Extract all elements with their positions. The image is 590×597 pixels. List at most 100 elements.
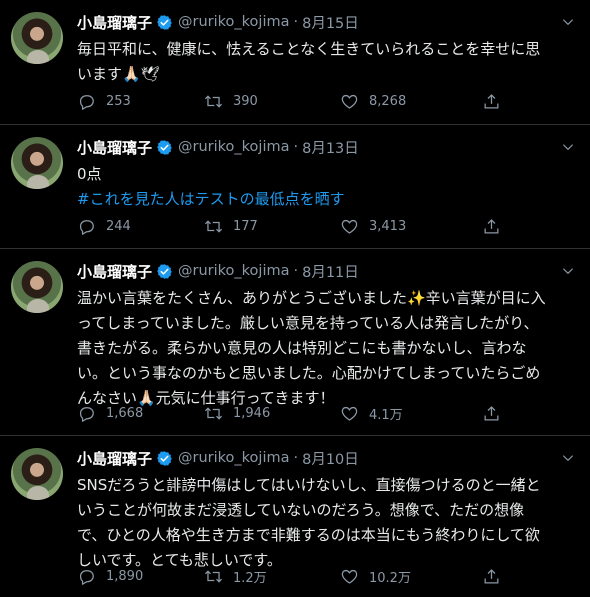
verified-badge-icon	[156, 14, 173, 31]
share-button[interactable]	[482, 217, 511, 236]
share-icon	[482, 404, 501, 423]
reply-count: 1,890	[106, 569, 144, 584]
avatar[interactable]	[11, 448, 63, 500]
verified-badge-icon	[156, 450, 173, 467]
tweet[interactable]: 小島瑠璃子 @ruriko_kojima · 8月15日 毎日平和に、健康に、怯…	[0, 0, 590, 125]
tweet-actions: 253 390 8,268	[77, 92, 507, 112]
tweet-header: 小島瑠璃子 @ruriko_kojima · 8月10日	[77, 447, 359, 469]
heart-icon	[340, 217, 359, 236]
like-count: 4.1万	[369, 408, 403, 423]
retweet-button[interactable]: 390	[204, 92, 258, 111]
share-button[interactable]	[482, 404, 511, 423]
tweet-text-line: 書きたがる。柔らかい意見の人は特別どこにも書かないし、言わな	[77, 339, 527, 357]
reply-button[interactable]: 244	[77, 217, 131, 236]
tweet-date[interactable]: 8月11日	[302, 261, 359, 282]
tweet[interactable]: 小島瑠璃子 @ruriko_kojima · 8月10日 SNSだろうと誹謗中傷…	[0, 436, 590, 597]
like-count: 8,268	[369, 94, 407, 109]
author-handle[interactable]: @ruriko_kojima	[178, 139, 289, 155]
tweet-text-line: 0点	[77, 165, 102, 183]
retweet-icon	[204, 217, 223, 236]
author-name[interactable]: 小島瑠璃子	[77, 137, 152, 158]
hashtag-link[interactable]: #これを見た人はテストの最低点を晒す	[77, 187, 577, 212]
author-handle[interactable]: @ruriko_kojima	[178, 450, 289, 466]
like-count: 10.2万	[369, 571, 411, 586]
reply-button[interactable]: 1,890	[77, 567, 143, 586]
tweet-date[interactable]: 8月10日	[302, 448, 359, 469]
share-icon	[482, 567, 501, 586]
like-button[interactable]: 3,413	[340, 217, 406, 236]
verified-badge-icon	[156, 139, 173, 156]
retweet-button[interactable]: 1.2万	[204, 567, 267, 586]
heart-icon	[340, 567, 359, 586]
tweet-actions: 1,890 1.2万 10.2万	[77, 567, 507, 587]
tweet-text-line: 毎日平和に、健康に、怯えることなく生きていられることを幸せに思	[77, 40, 541, 58]
tweet-text-line: い。という事なのかもと思いました。心配かけてしまっていたらごめ	[77, 364, 541, 382]
chevron-down-icon[interactable]	[560, 139, 576, 155]
author-name[interactable]: 小島瑠璃子	[77, 12, 152, 33]
reply-icon	[77, 567, 96, 586]
tweet-text-line: います🙏🏻🕊	[77, 65, 160, 83]
chevron-down-icon[interactable]	[560, 263, 576, 279]
tweet-text: SNSだろうと誹謗中傷はしてはいけないし、直接傷つけるのと一緒と いうことが何故…	[77, 473, 577, 573]
tweet-text-line: で、ひとの人格や生き方まで非難するのは本当にもう終わりにして欲	[77, 526, 540, 544]
retweet-count: 1.2万	[233, 571, 267, 586]
retweet-count: 177	[233, 219, 258, 234]
author-name[interactable]: 小島瑠璃子	[77, 448, 152, 469]
tweet-feed: 小島瑠璃子 @ruriko_kojima · 8月15日 毎日平和に、健康に、怯…	[0, 0, 590, 597]
reply-icon	[77, 92, 96, 111]
tweet-actions: 1,668 1,946 4.1万	[77, 404, 507, 424]
heart-icon	[340, 404, 359, 423]
tweet-header: 小島瑠璃子 @ruriko_kojima · 8月15日	[77, 11, 359, 33]
retweet-button[interactable]: 1,946	[204, 404, 270, 423]
retweet-count: 1,946	[233, 406, 271, 421]
tweet-text-line: SNSだろうと誹謗中傷はしてはいけないし、直接傷つけるのと一緒と	[77, 476, 541, 494]
like-button[interactable]: 4.1万	[340, 404, 403, 423]
reply-count: 244	[106, 219, 131, 234]
like-button[interactable]: 8,268	[340, 92, 406, 111]
tweet-header: 小島瑠璃子 @ruriko_kojima · 8月11日	[77, 260, 359, 282]
share-button[interactable]	[482, 567, 511, 586]
tweet-text-line: いうことが何故まだ浸透していないのだろう。想像で、ただの想像	[77, 501, 525, 519]
reply-count: 253	[106, 94, 131, 109]
separator: ·	[293, 14, 299, 30]
like-button[interactable]: 10.2万	[340, 567, 411, 586]
reply-button[interactable]: 253	[77, 92, 131, 111]
tweet-text-line: ってしまっていました。厳しい意見を持っている人は発言したがり、	[77, 314, 539, 332]
retweet-icon	[204, 92, 223, 111]
tweet-actions: 244 177 3,413	[77, 217, 507, 237]
reply-count: 1,668	[106, 406, 144, 421]
chevron-down-icon[interactable]	[560, 14, 576, 30]
reply-button[interactable]: 1,668	[77, 404, 143, 423]
verified-badge-icon	[156, 263, 173, 280]
tweet-text: 温かい言葉をたくさん、ありがとうございました✨辛い言葉が目に入 ってしまっていま…	[77, 286, 577, 411]
avatar[interactable]	[11, 261, 63, 313]
tweet[interactable]: 小島瑠璃子 @ruriko_kojima · 8月13日 0点 #これを見た人は…	[0, 125, 590, 249]
share-button[interactable]	[482, 92, 511, 111]
chevron-down-icon[interactable]	[560, 450, 576, 466]
tweet-date[interactable]: 8月13日	[302, 137, 359, 158]
tweet-text: 毎日平和に、健康に、怯えることなく生きていられることを幸せに思 います🙏🏻🕊	[77, 37, 577, 87]
like-count: 3,413	[369, 219, 407, 234]
author-handle[interactable]: @ruriko_kojima	[178, 263, 289, 279]
author-name[interactable]: 小島瑠璃子	[77, 261, 152, 282]
retweet-icon	[204, 404, 223, 423]
tweet[interactable]: 小島瑠璃子 @ruriko_kojima · 8月11日 温かい言葉をたくさん、…	[0, 249, 590, 436]
separator: ·	[293, 139, 299, 155]
author-handle[interactable]: @ruriko_kojima	[178, 14, 289, 30]
retweet-button[interactable]: 177	[204, 217, 258, 236]
tweet-text: 0点 #これを見た人はテストの最低点を晒す	[77, 162, 577, 212]
tweet-header: 小島瑠璃子 @ruriko_kojima · 8月13日	[77, 136, 359, 158]
retweet-count: 390	[233, 94, 258, 109]
share-icon	[482, 92, 501, 111]
retweet-icon	[204, 567, 223, 586]
avatar[interactable]	[11, 12, 63, 64]
heart-icon	[340, 92, 359, 111]
tweet-date[interactable]: 8月15日	[302, 12, 359, 33]
share-icon	[482, 217, 501, 236]
separator: ·	[293, 450, 299, 466]
separator: ·	[293, 263, 299, 279]
avatar[interactable]	[11, 137, 63, 189]
reply-icon	[77, 404, 96, 423]
tweet-text-line: 温かい言葉をたくさん、ありがとうございました✨辛い言葉が目に入	[77, 289, 546, 307]
reply-icon	[77, 217, 96, 236]
